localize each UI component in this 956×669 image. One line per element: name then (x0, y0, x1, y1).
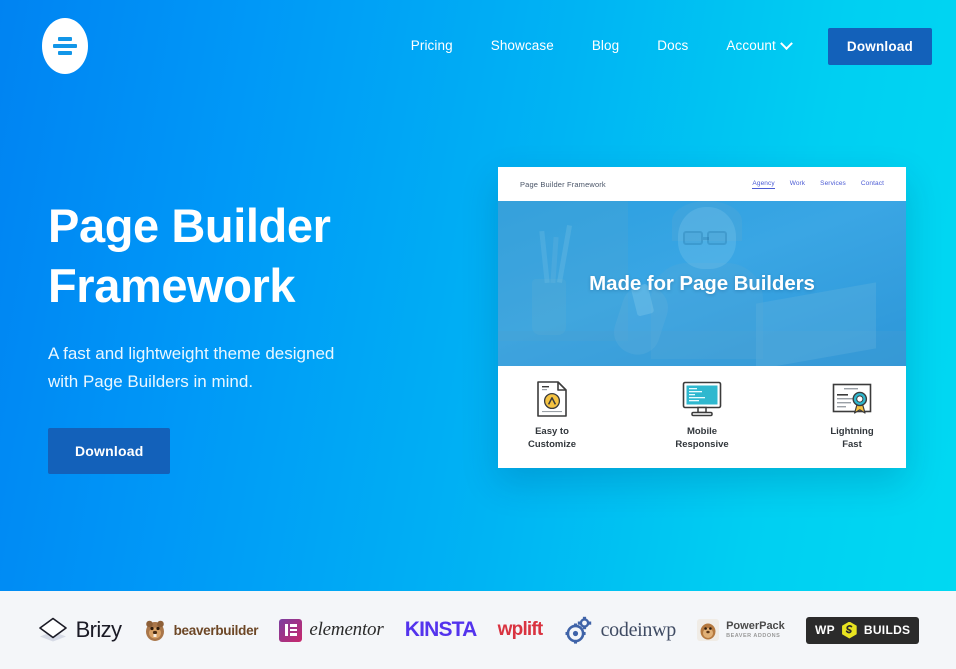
partner-logo-wpbuilds[interactable]: WP BUILDS (805, 616, 920, 644)
nav-item-showcase[interactable]: Showcase (472, 39, 573, 53)
top-navigation-bar: Pricing Showcase Blog Docs Account Downl… (0, 0, 956, 92)
brizy-wordmark: Brizy (75, 617, 122, 642)
powerpack-text-block: PowerPack BEAVER ADDONS (726, 619, 785, 640)
page-title: Page Builder Framework (48, 196, 468, 316)
elementor-wordmark: elementor (309, 619, 384, 640)
elementor-bar-top (289, 624, 297, 627)
feature-mobile-responsive: Mobile Responsive (656, 379, 748, 451)
partner-logo-codeinwp[interactable]: codeinwp (564, 616, 676, 644)
logo-bar-bottom (58, 51, 72, 55)
hero-title-line-2: Framework (48, 259, 296, 313)
feature-easy-to-customize: Easy to Customize (506, 379, 598, 451)
wpbuilds-glyph (846, 624, 853, 633)
powerpack-wordmark: PowerPack (726, 619, 785, 632)
feature-label: Lightning Fast (806, 426, 898, 451)
document-customize-icon (506, 379, 598, 419)
monitor-responsive-icon (656, 379, 748, 419)
feature-label-line-2: Fast (842, 438, 862, 450)
photo-cup (532, 279, 566, 335)
nav-item-account[interactable]: Account (707, 36, 809, 54)
nav-item-account-label: Account (726, 38, 776, 54)
hero-section: Pricing Showcase Blog Docs Account Downl… (0, 0, 956, 591)
beaverbuilder-wordmark: beaverbuilder (173, 622, 259, 638)
partner-logo-strip: Brizy beaverbuilder elementor KINSTA wpl… (0, 591, 956, 669)
feature-label: Easy to Customize (506, 426, 598, 451)
beaver-icon (145, 620, 164, 641)
hero-title-line-1: Page Builder (48, 199, 331, 252)
brizy-diamond-icon (38, 617, 67, 642)
site-preview-mockup: Page Builder Framework Agency Work Servi… (498, 167, 906, 468)
chevron-down-icon (780, 36, 793, 50)
elementor-icon (279, 618, 303, 642)
partner-logo-powerpack[interactable]: PowerPack BEAVER ADDONS (697, 619, 785, 641)
feature-label-line-1: Mobile (686, 426, 718, 437)
kinsta-wordmark: KINSTA (404, 618, 478, 641)
powerpack-beaver-icon (697, 619, 720, 641)
hero-subtitle: A fast and lightweight theme designed wi… (48, 344, 335, 391)
mockup-nav-contact[interactable]: Contact (861, 180, 884, 189)
feature-label-line-1: Easy to (535, 426, 569, 437)
powerpack-subtitle: BEAVER ADDONS (726, 633, 781, 640)
wpbuilds-wordmark-left: WP (814, 623, 835, 637)
nav-item-pricing[interactable]: Pricing (392, 39, 472, 53)
photo-glasses (683, 231, 703, 245)
mockup-nav-links: Agency Work Services Contact (752, 180, 884, 189)
feature-label-line-2: Customize (527, 438, 577, 450)
feature-lightning-fast: Lightning Fast (806, 379, 898, 451)
mockup-nav: Page Builder Framework Agency Work Servi… (498, 167, 906, 201)
gear-icon (565, 616, 591, 644)
codeinwp-wordmark: codeinwp (600, 618, 677, 641)
feature-label: Mobile Responsive (656, 426, 748, 451)
site-logo-icon[interactable] (42, 18, 88, 74)
wplift-wordmark: wplift (497, 619, 544, 640)
wpbuilds-hex-icon (842, 621, 857, 639)
partner-logo-kinsta[interactable]: KINSTA (404, 618, 478, 642)
nav-item-docs[interactable]: Docs (638, 39, 707, 53)
hero-download-button[interactable]: Download (48, 428, 171, 475)
main-nav: Pricing Showcase Blog Docs Account Downl… (392, 27, 932, 65)
hero-copy: Page Builder Framework A fast and lightw… (48, 196, 468, 475)
elementor-bar-mid (289, 628, 297, 632)
partner-logo-brizy[interactable]: Brizy (37, 617, 122, 643)
photo-glasses (707, 231, 727, 245)
mockup-hero-banner: Made for Page Builders (498, 201, 906, 366)
certificate-award-icon (806, 379, 898, 419)
wpbuilds-wordmark-right: BUILDS (863, 623, 911, 637)
elementor-bar-bot (289, 633, 297, 636)
mockup-nav-services[interactable]: Services (820, 180, 846, 189)
logo-bar-top (58, 37, 72, 41)
partner-logo-beaverbuilder[interactable]: beaverbuilder (143, 618, 259, 642)
partner-logo-elementor[interactable]: elementor (279, 618, 384, 642)
mockup-features: Easy to Customize Mobile Responsive Ligh… (498, 366, 906, 468)
mockup-brand: Page Builder Framework (520, 179, 606, 189)
elementor-bar-vertical (285, 624, 288, 636)
partner-logo-wplift[interactable]: wplift (497, 619, 544, 641)
feature-label-line-2: Responsive (675, 438, 729, 450)
mockup-nav-agency[interactable]: Agency (752, 180, 775, 189)
nav-item-blog[interactable]: Blog (573, 39, 638, 53)
nav-download-button[interactable]: Download (827, 27, 932, 65)
mockup-hero-title: Made for Page Builders (589, 271, 815, 295)
mockup-nav-work[interactable]: Work (790, 180, 805, 189)
logo-bar-middle (53, 44, 77, 48)
feature-label-line-1: Lightning (830, 426, 874, 437)
photo-glasses-bridge (703, 237, 709, 240)
